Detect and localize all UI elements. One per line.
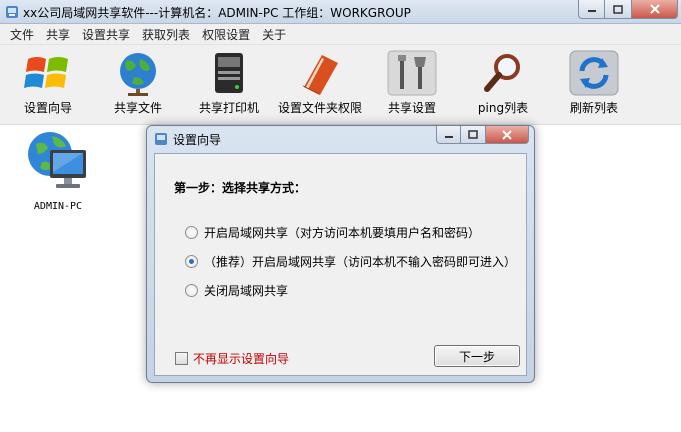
magnifier-icon [484,54,520,92]
close-icon [502,129,512,140]
share-settings-button[interactable]: 共享设置 [386,49,438,116]
option-label: 开启局域网共享（对方访问本机要填用户名和密码） [204,226,481,240]
setup-wizard-button[interactable]: 设置向导 [22,49,74,116]
minimize-icon [444,135,453,138]
computer-name: ADMIN-PC [33,201,83,212]
share-file-button[interactable]: 共享文件 [112,49,164,116]
ping-list-button[interactable]: ping列表 [473,49,533,116]
network-computer-icon [28,132,86,188]
radio-button-selected[interactable] [185,255,198,268]
menu-file[interactable]: 文件 [4,26,40,43]
title-bar: xx公司局域网共享软件---计算机名：ADMIN-PC 工作组：WORKGROU… [0,0,681,24]
folder-permission-button[interactable]: 设置文件夹权限 [277,49,363,116]
share-printer-label: 共享打印机 [198,101,259,115]
dialog-controls [436,126,529,144]
dont-show-again-label: 不再显示设置向导 [193,352,290,366]
menu-share[interactable]: 共享 [40,26,76,43]
menu-bar: 文件 共享 设置共享 获取列表 权限设置 关于 [0,24,681,45]
menu-about[interactable]: 关于 [256,26,292,43]
share-file-label: 共享文件 [113,101,162,115]
refresh-icon [569,50,619,96]
dialog-title: 设置向导 [173,133,222,147]
menu-get-list[interactable]: 获取列表 [136,26,196,43]
dont-show-again-checkbox-row[interactable]: 不再显示设置向导 [175,350,289,367]
folder-permission-label: 设置文件夹权限 [277,101,362,115]
option-share-with-password[interactable]: 开启局域网共享（对方访问本机要填用户名和密码） [185,224,480,241]
close-button[interactable] [632,0,678,19]
refresh-list-label: 刷新列表 [569,101,618,115]
dont-show-again-checkbox[interactable] [175,352,188,365]
book-icon [302,55,338,95]
refresh-list-button[interactable]: 刷新列表 [568,49,620,116]
windows-logo-icon [24,57,68,88]
maximize-icon [613,4,623,14]
minimize-icon [587,10,596,12]
share-printer-button[interactable]: 共享打印机 [198,49,260,116]
ping-list-label: ping列表 [477,101,529,115]
option-label: 关闭局域网共享 [204,284,289,298]
toolbar: 设置向导 共享文件 共享打印机 设置文件夹权限 共享设置 ping列表 刷新列表 [0,45,681,125]
radio-button[interactable] [185,284,198,297]
option-disable-share[interactable]: 关闭局域网共享 [185,282,288,299]
setup-wizard-dialog: 设置向导 第一步：选择共享方式： 开启局域网共享（对方访问本机要填用户名和密码）… [146,125,535,383]
option-label: （推荐）开启局域网共享（访问本机不输入密码即可进入） [204,255,517,269]
step-title: 第一步：选择共享方式： [174,181,307,195]
computer-item[interactable]: ADMIN-PC [22,128,94,212]
dialog-maximize-button[interactable] [461,126,486,144]
maximize-button[interactable] [605,0,632,19]
setup-wizard-label: 设置向导 [23,101,72,115]
close-icon [649,4,660,14]
window-controls [578,0,678,19]
minimize-button[interactable] [578,0,605,19]
printer-icon [215,53,243,93]
dialog-body: 第一步：选择共享方式： 开启局域网共享（对方访问本机要填用户名和密码） （推荐）… [154,153,527,376]
globe-icon [120,53,156,96]
window-title: xx公司局域网共享软件---计算机名：ADMIN-PC 工作组：WORKGROU… [23,6,411,20]
menu-share-settings[interactable]: 设置共享 [76,26,136,43]
maximize-icon [468,130,478,139]
dialog-close-button[interactable] [486,126,529,144]
radio-button[interactable] [185,226,198,239]
next-button[interactable]: 下一步 [434,345,520,367]
tools-icon [387,50,437,96]
dialog-app-icon [155,133,167,145]
share-settings-label: 共享设置 [387,101,436,115]
option-share-no-password[interactable]: （推荐）开启局域网共享（访问本机不输入密码即可进入） [185,253,516,270]
menu-permissions[interactable]: 权限设置 [196,26,256,43]
dialog-minimize-button[interactable] [436,126,461,144]
app-icon [6,6,18,18]
